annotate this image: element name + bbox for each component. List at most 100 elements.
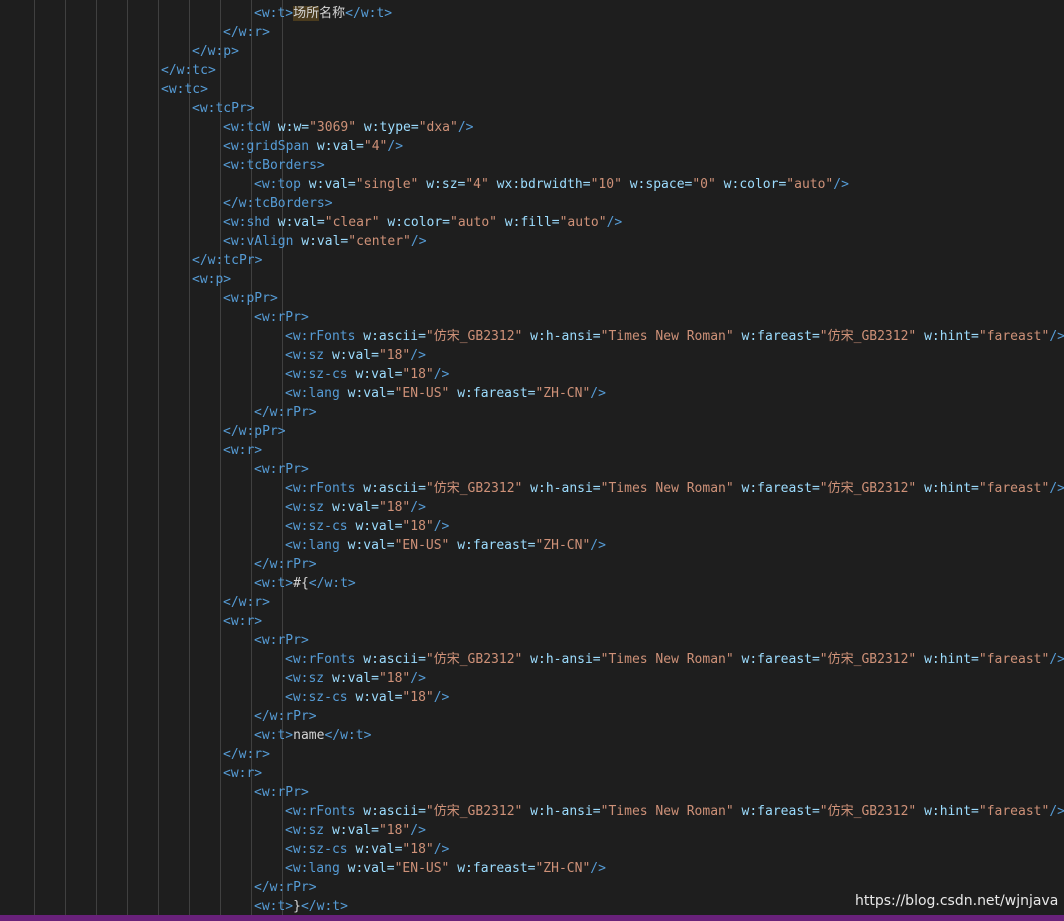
code-token: "18" xyxy=(402,519,434,534)
code-line[interactable]: <w:sz-cs w:val="18"/> xyxy=(285,517,449,536)
code-token: </w:r> xyxy=(223,747,270,762)
code-line[interactable]: <w:tc> xyxy=(161,80,208,99)
code-token: w:val= xyxy=(355,690,403,705)
code-token: w:fareast= xyxy=(733,329,820,344)
code-line[interactable]: <w:sz-cs w:val="18"/> xyxy=(285,840,449,859)
code-token: w:val= xyxy=(355,842,403,857)
code-token: "18" xyxy=(378,671,411,686)
code-line[interactable]: </w:tcBorders> xyxy=(223,194,333,213)
code-token: <w:gridSpan xyxy=(223,139,317,154)
code-token: "仿宋_GB2312" xyxy=(425,652,523,667)
code-line[interactable]: </w:tc> xyxy=(161,61,216,80)
code-token: <w:shd xyxy=(223,215,278,230)
code-line[interactable]: <w:sz w:val="18"/> xyxy=(285,346,426,365)
code-line[interactable]: <w:rFonts w:ascii="仿宋_GB2312" w:h-ansi="… xyxy=(285,802,1064,821)
code-token: "ZH-CN" xyxy=(535,386,591,401)
code-line[interactable]: </w:rPr> xyxy=(254,707,317,726)
code-line[interactable]: <w:rPr> xyxy=(254,308,309,327)
indent-guide xyxy=(189,0,190,915)
code-token: <w:tc> xyxy=(161,82,208,97)
code-token: "仿宋_GB2312" xyxy=(425,481,523,496)
code-line[interactable]: <w:lang w:val="EN-US" w:fareast="ZH-CN"/… xyxy=(285,536,606,555)
code-line[interactable]: <w:t>name</w:t> xyxy=(254,726,371,745)
code-token: <w:lang xyxy=(285,861,348,876)
code-line[interactable]: <w:rPr> xyxy=(254,460,309,479)
code-token: </w:tcPr> xyxy=(192,253,263,268)
code-line[interactable]: <w:pPr> xyxy=(223,289,278,308)
code-line[interactable]: <w:sz-cs w:val="18"/> xyxy=(285,688,449,707)
code-line[interactable]: </w:rPr> xyxy=(254,403,317,422)
code-token: "ZH-CN" xyxy=(535,861,591,876)
code-token: /> xyxy=(433,367,450,382)
code-line[interactable]: </w:pPr> xyxy=(223,422,286,441)
code-line[interactable]: <w:r> xyxy=(223,612,262,631)
code-token: /> xyxy=(1049,804,1064,819)
code-token: "EN-US" xyxy=(394,386,450,401)
code-token: <w:rPr> xyxy=(254,785,309,800)
code-token: </w:t> xyxy=(345,6,393,21)
code-editor[interactable]: <w:t>场所名称</w:t> </w:r> </w:p> </w:tc> <w:tc>… xyxy=(0,0,1064,915)
code-line[interactable]: <w:t>}</w:t> xyxy=(254,897,348,915)
code-line[interactable]: <w:p> xyxy=(192,270,231,289)
code-line[interactable]: <w:sz w:val="18"/> xyxy=(285,498,426,517)
code-line[interactable]: <w:r> xyxy=(223,764,262,783)
code-token: "dxa" xyxy=(418,120,458,135)
code-token: <w:tcBorders> xyxy=(223,158,325,173)
code-line[interactable]: <w:rFonts w:ascii="仿宋_GB2312" w:h-ansi="… xyxy=(285,479,1064,498)
code-line[interactable]: </w:r> xyxy=(223,23,270,42)
code-line[interactable]: <w:t>场所名称</w:t> xyxy=(254,4,392,23)
code-token: /> xyxy=(590,861,606,876)
code-line[interactable]: </w:r> xyxy=(223,745,270,764)
code-token: <w:t> xyxy=(254,6,294,21)
code-line[interactable]: <w:lang w:val="EN-US" w:fareast="ZH-CN"/… xyxy=(285,384,606,403)
code-token: "auto" xyxy=(559,215,607,230)
code-token: <w:tcPr> xyxy=(192,101,255,116)
code-token: <w:t> xyxy=(254,728,294,743)
code-token: "18" xyxy=(378,348,411,363)
code-line[interactable]: <w:gridSpan w:val="4"/> xyxy=(223,137,403,156)
code-token: w:hint= xyxy=(916,481,979,496)
code-token: w:val= xyxy=(355,367,403,382)
code-token: "仿宋_GB2312" xyxy=(425,804,523,819)
code-line[interactable]: <w:tcBorders> xyxy=(223,156,325,175)
code-token: w:val= xyxy=(301,234,349,249)
code-token: w:fareast= xyxy=(449,538,536,553)
code-line[interactable]: <w:vAlign w:val="center"/> xyxy=(223,232,427,251)
code-token: </w:rPr> xyxy=(254,880,317,895)
code-token: <w:sz xyxy=(285,671,332,686)
code-line[interactable]: <w:sz w:val="18"/> xyxy=(285,669,426,688)
code-line[interactable]: <w:lang w:val="EN-US" w:fareast="ZH-CN"/… xyxy=(285,859,606,878)
code-line[interactable]: </w:p> xyxy=(192,42,239,61)
code-token: w:ascii= xyxy=(363,481,426,496)
code-line[interactable]: <w:sz w:val="18"/> xyxy=(285,821,426,840)
code-line[interactable]: <w:tcW w:w="3069" w:type="dxa"/> xyxy=(223,118,474,137)
code-line[interactable]: <w:t>#{</w:t> xyxy=(254,574,356,593)
code-token: "18" xyxy=(402,690,434,705)
code-token: /> xyxy=(1049,329,1064,344)
code-line[interactable]: <w:rFonts w:ascii="仿宋_GB2312" w:h-ansi="… xyxy=(285,327,1064,346)
code-line[interactable]: <w:top w:val="single" w:sz="4" wx:bdrwid… xyxy=(254,175,849,194)
indent-guide xyxy=(96,0,97,915)
code-line[interactable]: <w:tcPr> xyxy=(192,99,255,118)
code-line[interactable]: </w:tcPr> xyxy=(192,251,262,270)
code-line[interactable]: </w:r> xyxy=(223,593,270,612)
code-token: /> xyxy=(606,215,623,230)
code-token: "仿宋_GB2312" xyxy=(425,329,523,344)
code-token: "ZH-CN" xyxy=(535,538,591,553)
code-token: </w:p> xyxy=(192,44,239,59)
code-token: "仿宋_GB2312" xyxy=(819,652,917,667)
code-line[interactable]: </w:rPr> xyxy=(254,555,317,574)
code-line[interactable]: <w:r> xyxy=(223,441,262,460)
code-line[interactable]: <w:sz-cs w:val="18"/> xyxy=(285,365,449,384)
code-line[interactable]: <w:rPr> xyxy=(254,631,309,650)
code-line[interactable]: <w:rFonts w:ascii="仿宋_GB2312" w:h-ansi="… xyxy=(285,650,1064,669)
code-token: <w:r> xyxy=(223,443,263,458)
code-line[interactable]: </w:rPr> xyxy=(254,878,317,897)
code-line[interactable]: <w:rPr> xyxy=(254,783,309,802)
code-token: <w:tcW xyxy=(223,120,278,135)
code-token: <w:sz-cs xyxy=(285,690,356,705)
code-token: "fareast" xyxy=(978,481,1050,496)
code-line[interactable]: <w:shd w:val="clear" w:color="auto" w:fi… xyxy=(223,213,622,232)
indent-guide xyxy=(158,0,159,915)
code-token: w:fareast= xyxy=(449,861,536,876)
